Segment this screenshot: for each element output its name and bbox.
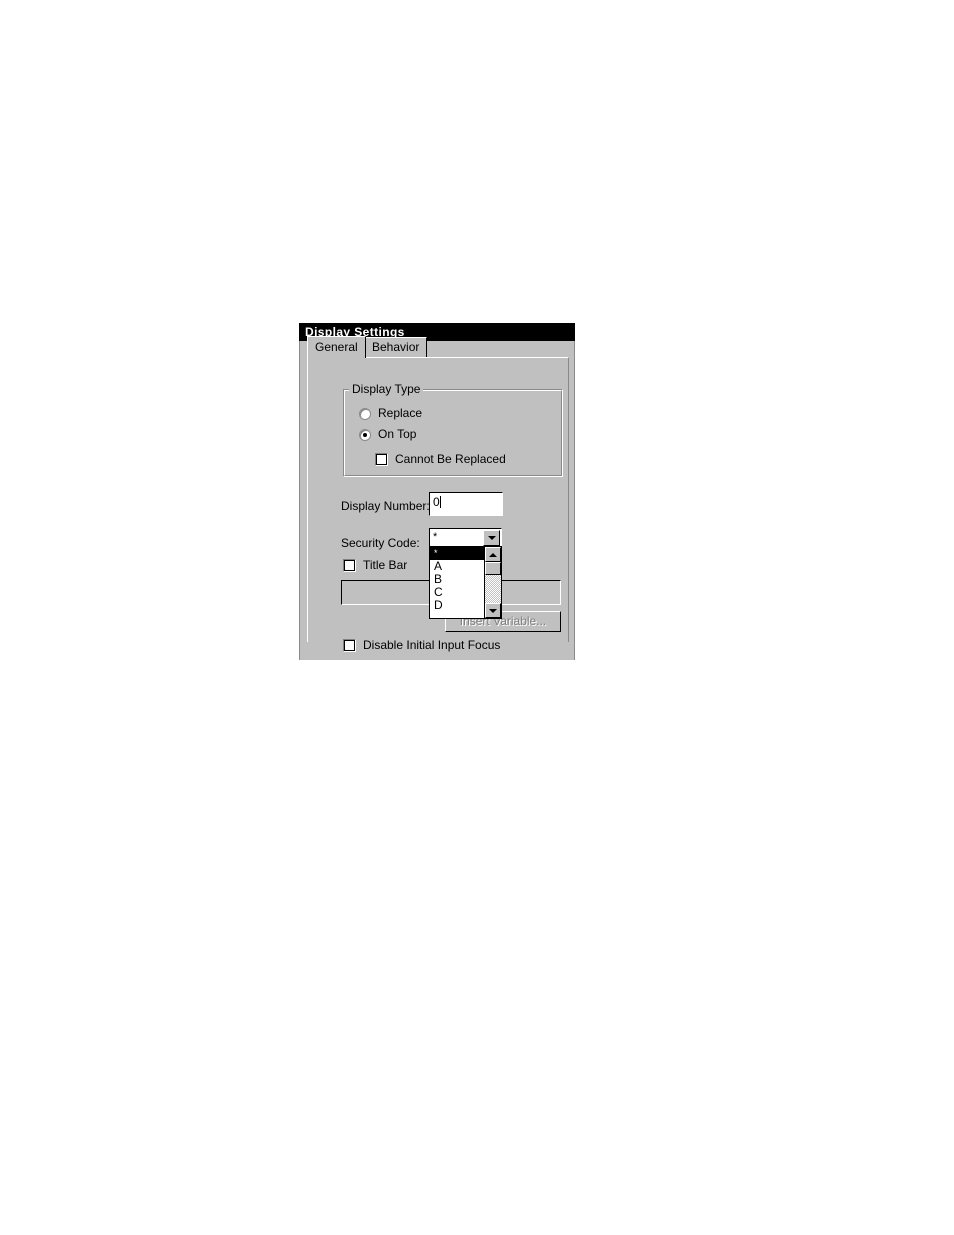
security-code-value: *	[433, 531, 438, 543]
radio-on-top-label: On Top	[378, 427, 417, 441]
scrollbar-track[interactable]	[485, 562, 501, 603]
checkbox-title-bar-label: Title Bar	[363, 558, 408, 572]
dialog-frame-right-edge	[572, 341, 575, 660]
display-type-legend: Display Type	[349, 383, 424, 396]
tab-behavior[interactable]: Behavior	[364, 337, 428, 357]
radio-replace-label: Replace	[378, 406, 423, 420]
checkbox-cannot-be-replaced-label: Cannot Be Replaced	[395, 452, 506, 466]
tab-general-label: General	[315, 340, 358, 354]
security-code-combobox[interactable]: *	[429, 528, 502, 547]
arrow-down-glyph	[489, 608, 497, 613]
dropdown-scrollbar[interactable]	[484, 547, 501, 618]
checkbox-title-bar-box[interactable]	[343, 559, 356, 572]
tab-general[interactable]: General	[307, 336, 366, 358]
radio-replace-indicator[interactable]	[359, 407, 371, 420]
arrow-up-glyph	[489, 552, 497, 557]
radio-on-top-indicator[interactable]	[359, 428, 371, 441]
security-code-dropdown-list[interactable]: * A B C D	[429, 546, 502, 619]
scroll-up-icon[interactable]	[485, 547, 501, 562]
checkbox-disable-initial-input-focus-label: Disable Initial Input Focus	[363, 638, 501, 652]
chevron-down-icon[interactable]	[483, 530, 500, 546]
checkbox-disable-initial-input-focus[interactable]: Disable Initial Input Focus	[343, 639, 500, 652]
checkbox-cannot-be-replaced-box[interactable]	[375, 453, 388, 466]
dropdown-option-list: * A B C D	[430, 547, 487, 618]
display-number-value: 0	[433, 495, 440, 509]
checkbox-title-bar[interactable]: Title Bar	[343, 559, 407, 572]
dropdown-option[interactable]: D	[430, 599, 487, 612]
display-number-input[interactable]: 0	[429, 492, 503, 516]
radio-on-top[interactable]: On Top	[359, 428, 416, 441]
text-caret	[439, 496, 441, 508]
tab-behavior-label: Behavior	[372, 340, 420, 354]
arrow-down-glyph	[487, 536, 496, 540]
radio-replace[interactable]: Replace	[359, 407, 422, 420]
dialog-frame-left-edge	[299, 341, 302, 660]
tab-strip: Behavior General	[307, 336, 569, 358]
scrollbar-thumb[interactable]	[485, 562, 501, 575]
scroll-down-icon[interactable]	[485, 603, 501, 618]
security-code-label: Security Code:	[341, 536, 420, 550]
display-number-label: Display Number:	[341, 499, 430, 513]
display-settings-dialog: Display Settings Behavior General Displa…	[299, 323, 575, 660]
checkbox-disable-initial-input-focus-box[interactable]	[343, 639, 356, 652]
checkbox-cannot-be-replaced[interactable]: Cannot Be Replaced	[375, 453, 506, 466]
